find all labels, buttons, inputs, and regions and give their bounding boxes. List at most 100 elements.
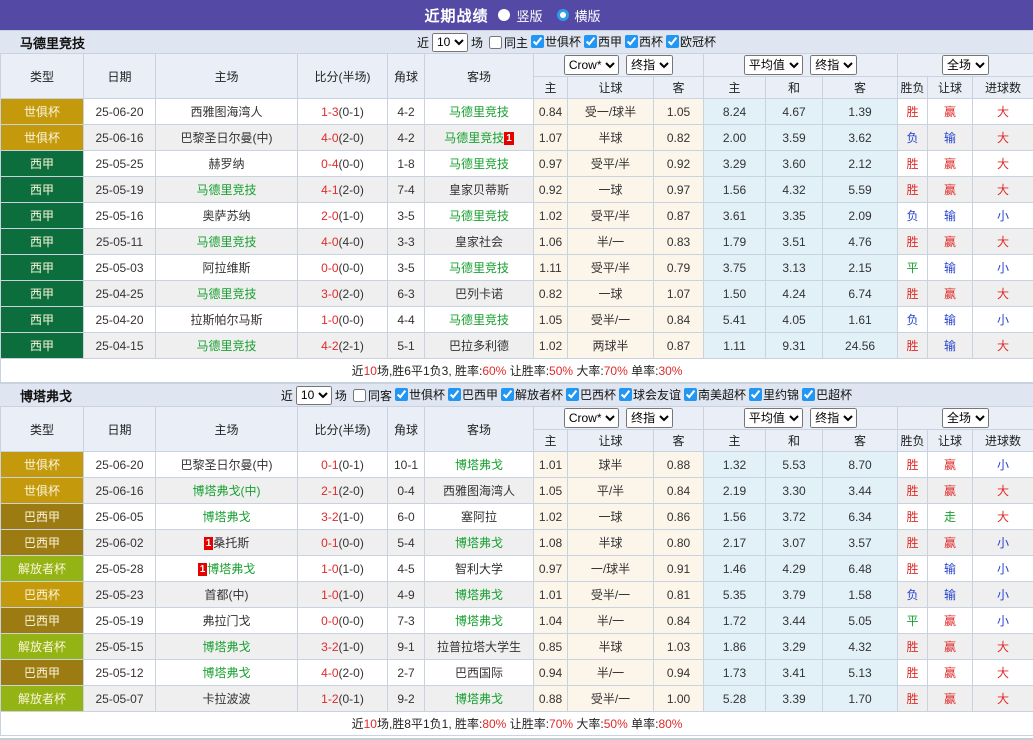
league-checkbox[interactable]	[584, 35, 597, 48]
handicap-away-odds: 0.84	[654, 608, 704, 634]
handicap-line: 半球	[568, 634, 654, 660]
league-filter: 球会友谊	[617, 386, 681, 403]
bookmaker-select[interactable]: Crow*	[564, 408, 619, 428]
match-row: 西甲25-05-19马德里竞技4-1(2-0)7-4皇家贝蒂斯0.92一球0.9…	[1, 177, 1033, 203]
league-badge: 西甲	[1, 307, 84, 333]
summary-segment: 30%	[658, 364, 682, 378]
team-label: 博塔弗戈	[202, 510, 250, 524]
euro-home-odds: 5.41	[704, 307, 766, 333]
scope-select[interactable]: 全场	[942, 408, 989, 428]
date-cell: 25-05-28	[84, 556, 156, 582]
handicap-line: 球半	[568, 452, 654, 478]
bookmaker-select[interactable]: Crow*	[564, 55, 619, 75]
league-checkbox[interactable]	[625, 35, 638, 48]
summary-segment: 大率:	[573, 364, 604, 378]
league-checkbox[interactable]	[566, 388, 579, 401]
league-checkbox[interactable]	[395, 388, 408, 401]
handicap-line: 受半/一	[568, 686, 654, 712]
handicap-away-odds: 0.83	[654, 229, 704, 255]
league-checkbox[interactable]	[448, 388, 461, 401]
half-time-score: (1-0)	[339, 588, 364, 602]
team-label: 卡拉波波	[202, 692, 250, 706]
col-corner: 角球	[388, 407, 425, 452]
same-venue-checkbox[interactable]	[353, 389, 366, 402]
corner-cell: 5-1	[388, 333, 425, 359]
team-label: 博塔弗戈(中)	[193, 484, 261, 498]
handicap-home-odds: 0.92	[534, 177, 568, 203]
date-cell: 25-05-19	[84, 177, 156, 203]
full-time-score: 3-2	[321, 640, 338, 654]
final-odds-select[interactable]: 终指	[626, 55, 673, 75]
summary-segment: 场,胜8平1负1, 胜率:	[377, 717, 482, 731]
match-row: 西甲25-04-25马德里竞技3-0(2-0)6-3巴列卡诺0.82一球1.07…	[1, 281, 1033, 307]
away-team-cell: 塞阿拉	[425, 504, 534, 530]
league-label: 西杯	[639, 33, 663, 50]
col-type: 类型	[1, 54, 84, 99]
half-time-score: (1-0)	[339, 640, 364, 654]
team-label: 马德里竞技	[196, 235, 256, 249]
col-h-handicap: 让球	[568, 77, 654, 99]
handicap-result-cell: 走	[928, 504, 973, 530]
final-odds-select[interactable]: 终指	[626, 408, 673, 428]
team-label: 博塔弗戈	[455, 588, 503, 602]
result-cell: 负	[898, 125, 928, 151]
league-badge: 解放者杯	[1, 556, 84, 582]
date-cell: 25-05-15	[84, 634, 156, 660]
average-select[interactable]: 平均值	[744, 408, 803, 428]
league-checkbox[interactable]	[684, 388, 697, 401]
league-badge: 世俱杯	[1, 125, 84, 151]
horizontal-radio-icon[interactable]	[557, 9, 569, 21]
home-team-cell: 马德里竞技	[156, 177, 298, 203]
col-e-home: 主	[704, 430, 766, 452]
league-checkbox[interactable]	[666, 35, 679, 48]
team-label: 马德里竞技	[449, 313, 509, 327]
half-time-score: (2-1)	[339, 339, 364, 353]
match-count-select[interactable]: 10	[432, 33, 468, 52]
goals-result-cell: 小	[973, 556, 1033, 582]
corner-cell: 9-1	[388, 634, 425, 660]
team-label: 拉斯帕尔马斯	[190, 313, 262, 327]
handicap-home-odds: 1.06	[534, 229, 568, 255]
handicap-result-cell: 赢	[928, 229, 973, 255]
goals-result-cell: 大	[973, 229, 1033, 255]
home-team-cell: 巴黎圣日尔曼(中)	[156, 125, 298, 151]
score-cell: 1-3(0-1)	[298, 99, 388, 125]
full-time-score: 0-0	[321, 614, 338, 628]
full-time-score: 4-0	[321, 235, 338, 249]
summary-text: 近10场,胜6平1负3, 胜率:60% 让胜率:50% 大率:70% 单率:30…	[1, 359, 1033, 383]
full-time-score: 1-0	[321, 588, 338, 602]
match-count-select[interactable]: 10	[296, 386, 332, 405]
corner-cell: 7-3	[388, 608, 425, 634]
corner-cell: 9-2	[388, 686, 425, 712]
handicap-result-cell: 输	[928, 125, 973, 151]
league-checkbox[interactable]	[749, 388, 762, 401]
same-venue-checkbox[interactable]	[489, 36, 502, 49]
half-time-score: (0-0)	[339, 536, 364, 550]
league-checkbox[interactable]	[501, 388, 514, 401]
final-odds-select-2[interactable]: 终指	[810, 55, 857, 75]
summary-segment: 让胜率:	[506, 364, 549, 378]
vertical-radio-label[interactable]: 竖版	[516, 6, 542, 25]
goals-result-cell: 大	[973, 686, 1033, 712]
horizontal-radio-label[interactable]: 横版	[575, 6, 601, 25]
team-label: 博塔弗戈	[455, 536, 503, 550]
team-label: 巴黎圣日尔曼(中)	[181, 458, 273, 472]
league-checkbox[interactable]	[802, 388, 815, 401]
team-label: 巴黎圣日尔曼(中)	[181, 131, 273, 145]
final-odds-select-2[interactable]: 终指	[810, 408, 857, 428]
away-team-cell: 博塔弗戈	[425, 582, 534, 608]
league-checkbox[interactable]	[531, 35, 544, 48]
team-label: 拉普拉塔大学生	[437, 640, 521, 654]
filter-controls: 近 10 场 同客 世俱杯巴西甲解放者杯巴西杯球会友谊南美超杯里约锦巴超杯	[181, 386, 852, 405]
vertical-radio-icon[interactable]	[498, 9, 510, 21]
euro-draw-odds: 4.24	[766, 281, 823, 307]
red-card-badge: 1	[204, 537, 214, 550]
average-select[interactable]: 平均值	[744, 55, 803, 75]
scope-select[interactable]: 全场	[942, 55, 989, 75]
handicap-home-odds: 0.82	[534, 281, 568, 307]
team-section-bar: 马德里竞技 近 10 场 同主 世俱杯西甲西杯欧冠杯	[0, 30, 1033, 53]
date-cell: 25-06-20	[84, 452, 156, 478]
league-checkbox[interactable]	[619, 388, 632, 401]
corner-cell: 4-9	[388, 582, 425, 608]
away-team-cell: 智利大学	[425, 556, 534, 582]
